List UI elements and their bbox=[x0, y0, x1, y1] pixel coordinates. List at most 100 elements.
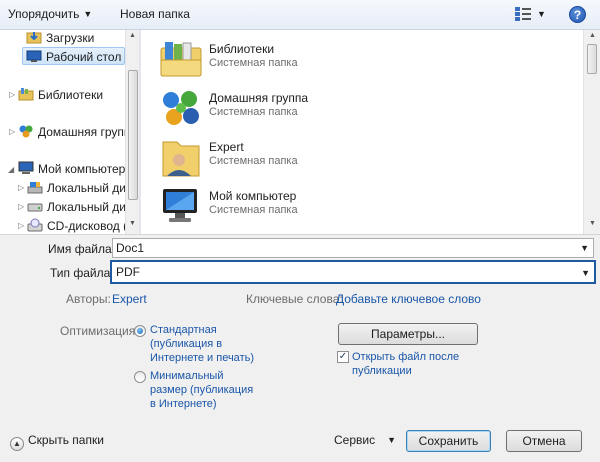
option-text-line: Интернете и печать) bbox=[150, 352, 254, 364]
collapse-arrow-icon[interactable]: ◢ bbox=[8, 165, 14, 174]
chevron-down-icon[interactable]: ▼ bbox=[580, 239, 589, 257]
file-type: Системная папка bbox=[209, 155, 298, 167]
computer-icon bbox=[163, 189, 197, 222]
file-item-homegroup[interactable]: Домашняя группа Системная папка bbox=[159, 85, 579, 131]
nav-item-label: Библиотеки bbox=[38, 88, 104, 102]
scroll-up-icon[interactable]: ▲ bbox=[589, 32, 596, 39]
filetype-value: PDF bbox=[116, 265, 140, 279]
scroll-up-icon[interactable]: ▲ bbox=[129, 32, 136, 39]
keywords-value[interactable]: Добавьте ключевое слово bbox=[336, 292, 481, 306]
expand-arrow-icon[interactable]: ▷ bbox=[9, 127, 15, 136]
file-item-computer[interactable]: Мой компьютер Системная папка bbox=[159, 183, 579, 229]
toolbar: Упорядочить ▼ Новая папка ▼ ? bbox=[0, 0, 600, 30]
new-folder-label: Новая папка bbox=[120, 7, 190, 21]
organize-label: Упорядочить bbox=[8, 7, 80, 21]
nav-item-label: Рабочий стол bbox=[46, 50, 122, 64]
nav-item-label: Локальный диск bbox=[47, 181, 138, 195]
new-folder-button[interactable]: Новая папка bbox=[120, 7, 190, 21]
option-text-line: Минимальный bbox=[150, 370, 224, 382]
optimization-label: Оптимизация: bbox=[60, 324, 139, 338]
local-disk-icon bbox=[27, 203, 43, 212]
nav-scrollbar[interactable]: ▲ ▼ bbox=[125, 30, 139, 234]
open-after-publish-label[interactable]: Открыть файл после публикации bbox=[352, 350, 459, 378]
navigation-pane: Загрузки Рабочий стол ▷ Библиотеки ▷ Дом… bbox=[0, 30, 140, 234]
option-text-line: Стандартная bbox=[150, 324, 217, 336]
chevron-down-icon: ▼ bbox=[83, 9, 93, 19]
expand-arrow-icon[interactable]: ▷ bbox=[18, 221, 24, 230]
expand-arrow-icon[interactable]: ▷ bbox=[18, 202, 24, 211]
nav-item-homegroup[interactable]: Домашняя группа bbox=[18, 123, 137, 141]
nav-item-cd-drive[interactable]: CD-дисковод (E: bbox=[27, 217, 138, 234]
keywords-label: Ключевые слова: bbox=[246, 292, 343, 306]
optimization-standard-radio[interactable] bbox=[134, 325, 146, 337]
optimization-minimal-radio[interactable] bbox=[134, 371, 146, 383]
file-name: Библиотеки bbox=[209, 42, 275, 56]
nav-item-label: Загрузки bbox=[46, 31, 95, 45]
file-item-expert[interactable]: Expert Системная папка bbox=[159, 134, 579, 180]
nav-item-desktop[interactable]: Рабочий стол bbox=[22, 47, 125, 65]
view-menu-chevron-icon[interactable]: ▼ bbox=[537, 9, 546, 19]
file-item-libraries[interactable]: Библиотеки Системная папка bbox=[159, 36, 579, 82]
nav-item-label: Домашняя группа bbox=[38, 125, 138, 139]
cd-drive-icon bbox=[27, 218, 43, 232]
desktop-icon bbox=[26, 50, 42, 62]
homegroup-icon bbox=[163, 91, 199, 125]
nav-scroll-thumb[interactable] bbox=[128, 70, 138, 200]
authors-label: Авторы: bbox=[66, 292, 111, 306]
optimization-standard-label[interactable]: Стандартная (публикация в Интернете и пе… bbox=[150, 323, 254, 365]
homegroup-icon bbox=[19, 125, 33, 138]
nav-item-label: Мой компьютер bbox=[38, 162, 126, 176]
authors-value[interactable]: Expert bbox=[112, 292, 147, 306]
nav-item-computer[interactable]: Мой компьютер bbox=[18, 160, 125, 178]
nav-item-libraries[interactable]: Библиотеки bbox=[18, 86, 103, 104]
nav-item-downloads[interactable]: Загрузки bbox=[26, 30, 94, 47]
computer-icon bbox=[18, 161, 34, 174]
scroll-down-icon[interactable]: ▼ bbox=[589, 220, 596, 227]
help-icon[interactable]: ? bbox=[569, 6, 586, 23]
open-after-publish-checkbox[interactable]: ✓ bbox=[337, 351, 349, 363]
optimization-minimal-label[interactable]: Минимальный размер (публикация в Интерне… bbox=[150, 369, 253, 411]
nav-item-local-disk-c[interactable]: Локальный диск bbox=[27, 179, 137, 197]
libraries-icon bbox=[18, 88, 34, 101]
nav-item-local-disk-d[interactable]: Локальный диск bbox=[27, 198, 137, 216]
filetype-label: Тип файла: bbox=[50, 266, 114, 280]
view-options-icon[interactable] bbox=[514, 6, 532, 22]
save-options-panel: Имя файла: Doc1 ▼ Тип файла: PDF ▼ Автор… bbox=[0, 234, 600, 462]
file-name: Мой компьютер bbox=[209, 189, 297, 203]
expand-arrow-icon[interactable]: ▷ bbox=[9, 90, 15, 99]
save-button[interactable]: Сохранить bbox=[406, 430, 491, 452]
option-text-line: размер (публикация bbox=[150, 384, 254, 396]
hide-folders-button[interactable]: ▲ Скрыть папки bbox=[10, 433, 104, 451]
filename-value: Doc1 bbox=[116, 241, 145, 255]
filename-input[interactable]: Doc1 ▼ bbox=[112, 238, 594, 258]
file-type: Системная папка bbox=[209, 204, 298, 216]
file-name: Домашняя группа bbox=[209, 91, 309, 105]
tools-menu-button[interactable]: Сервис ▼ bbox=[334, 433, 396, 447]
downloads-folder-icon bbox=[26, 32, 42, 44]
option-text-line: в Интернете) bbox=[150, 398, 217, 410]
option-text-line: Открыть файл после bbox=[352, 351, 460, 363]
options-button[interactable]: Параметры... bbox=[338, 323, 478, 345]
file-type: Системная папка bbox=[209, 106, 298, 118]
chevron-down-icon[interactable]: ▼ bbox=[581, 263, 590, 283]
option-text-line: публикации bbox=[352, 365, 412, 377]
file-name: Expert bbox=[209, 140, 244, 154]
file-list-scroll-thumb[interactable] bbox=[587, 44, 597, 74]
filetype-select[interactable]: PDF ▼ bbox=[110, 260, 596, 284]
libraries-folder-icon bbox=[160, 42, 202, 77]
file-list: Библиотеки Системная папка Домашняя груп… bbox=[140, 30, 600, 234]
filename-label: Имя файла: bbox=[48, 242, 115, 256]
file-type: Системная папка bbox=[209, 57, 298, 69]
cancel-button[interactable]: Отмена bbox=[506, 430, 582, 452]
option-text-line: (публикация в bbox=[150, 338, 223, 350]
nav-item-label: Локальный диск bbox=[47, 200, 138, 214]
organize-button[interactable]: Упорядочить ▼ bbox=[8, 7, 92, 21]
collapse-up-icon: ▲ bbox=[10, 437, 24, 451]
chevron-down-icon: ▼ bbox=[387, 435, 397, 445]
expand-arrow-icon[interactable]: ▷ bbox=[18, 183, 24, 192]
hide-folders-label: Скрыть папки bbox=[28, 433, 104, 447]
local-disk-icon bbox=[27, 182, 43, 194]
file-list-scrollbar[interactable]: ▲ ▼ bbox=[583, 30, 600, 234]
scroll-down-icon[interactable]: ▼ bbox=[129, 220, 136, 227]
user-folder-icon bbox=[162, 141, 200, 177]
